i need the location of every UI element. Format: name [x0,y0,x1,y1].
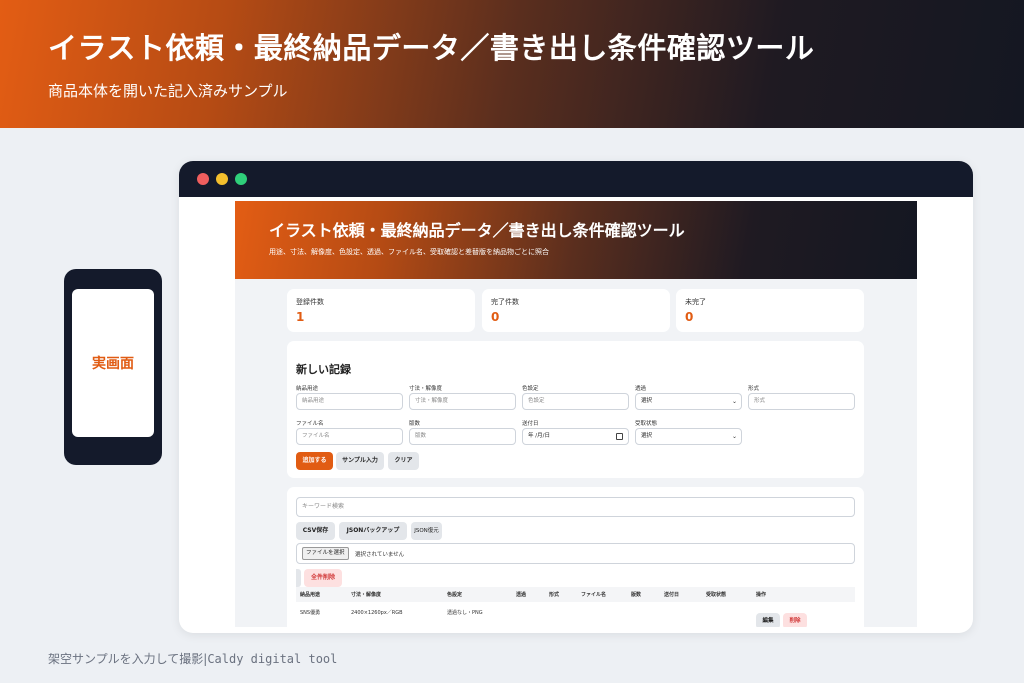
app-title: イラスト依頼・最終納品データ／書き出し条件確認ツール [269,221,685,240]
receipt-label: 受取状態 [635,421,658,427]
filename-label: ファイル名 [296,421,324,427]
filename-input[interactable]: ファイル名 [296,428,403,445]
app-page: イラスト依頼・最終納品データ／書き出し条件確認ツール 用途、寸法、解像度、色設定… [235,201,917,627]
table-header: 納品用途 寸法・解像度 色設定 透過 形式 ファイル名 版数 送付日 受取状態 … [296,587,855,602]
column-header: 版数 [631,592,642,598]
format-label: 形式 [748,386,760,392]
form-title: 新しい記録 [296,363,351,376]
hidden-button-edge[interactable] [296,569,301,587]
hero-title: イラスト依頼・最終納品データ／書き出し条件確認ツール [48,31,815,65]
chevron-down-icon: ⌄ [731,398,737,405]
delete-row-button[interactable]: 削除 [783,613,807,627]
csv-save-button[interactable]: CSV保存 [296,522,335,540]
sample-input-button[interactable]: サンプル入力 [336,452,384,470]
caption-brand: Caldy digital tool [207,652,338,666]
column-header: ファイル名 [581,592,607,598]
stat-label: 登録件数 [296,298,324,306]
stat-label: 未完了 [685,298,706,306]
phone-mockup: 実画面 [64,269,162,465]
receipt-value: 選択 [641,433,653,439]
hero-banner: イラスト依頼・最終納品データ／書き出し条件確認ツール 商品本体を開いた記入済みサ… [0,0,1024,128]
json-restore-button[interactable]: JSON復元 [411,522,442,540]
cell-color: 透過なし・PNG [447,610,483,616]
new-record-form: 新しい記録 納品用途 納品用途 寸法・解像度 寸法・解像度 色設定 色設定 透過… [287,341,864,478]
column-header: 透過 [516,592,527,598]
record-list-panel: キーワード検索 CSV保存 JSONバックアップ JSON復元 ファイルを選択 … [287,487,864,627]
size-label: 寸法・解像度 [409,386,443,392]
column-header: 操作 [756,592,767,598]
size-input[interactable]: 寸法・解像度 [409,393,516,410]
column-header: 形式 [549,592,560,598]
edit-row-button[interactable]: 編集 [756,613,780,627]
version-label: 版数 [409,421,421,427]
window-minimize-dot[interactable] [216,173,228,185]
window-close-dot[interactable] [197,173,209,185]
app-subtitle: 用途、寸法、解像度、色設定、透過、ファイル名、受取確認と差替版を納品物ごとに照合 [269,248,549,256]
choose-file-button[interactable]: ファイルを選択 [302,547,349,560]
app-header: イラスト依頼・最終納品データ／書き出し条件確認ツール 用途、寸法、解像度、色設定… [235,201,917,279]
json-backup-button[interactable]: JSONバックアップ [339,522,407,540]
sent-date-input[interactable]: 年 /月/日 [522,428,629,445]
phone-screen: 実画面 [72,289,154,437]
sent-date-value: 年 /月/日 [528,433,550,439]
clear-button[interactable]: クリア [388,452,419,470]
color-label: 色設定 [522,386,539,392]
transparency-value: 選択 [641,398,653,404]
calendar-icon[interactable] [616,433,623,440]
add-record-button[interactable]: 追加する [296,452,333,470]
cell-usage: SNS優勇 [300,610,321,616]
file-status: 選択されていません [355,552,405,558]
stat-value: 0 [685,310,694,324]
cell-size: 2400×1260px／RGB [351,610,403,616]
column-header: 受取状態 [706,592,727,598]
transparency-select[interactable]: 選択 ⌄ [635,393,742,410]
browser-titlebar [179,161,973,197]
caption-text: 架空サンプルを入力して撮影 [48,652,204,666]
footer-caption: 架空サンプルを入力して撮影|Caldy digital tool [48,650,337,667]
column-header: 寸法・解像度 [351,592,382,598]
transparency-label: 透過 [635,386,647,392]
format-input[interactable]: 形式 [748,393,855,410]
phone-label: 実画面 [92,356,134,372]
stat-card-complete: 完了件数 0 [482,289,670,332]
keyword-search-input[interactable]: キーワード検索 [296,497,855,517]
stat-value: 0 [491,310,500,324]
sent-date-label: 送付日 [522,421,539,427]
column-header: 色設定 [447,592,463,598]
stat-card-total: 登録件数 1 [287,289,475,332]
version-input[interactable]: 版数 [409,428,516,445]
browser-window: イラスト依頼・最終納品データ／書き出し条件確認ツール 用途、寸法、解像度、色設定… [179,161,973,633]
usage-label: 納品用途 [296,386,319,392]
color-input[interactable]: 色設定 [522,393,629,410]
column-header: 送付日 [664,592,680,598]
window-maximize-dot[interactable] [235,173,247,185]
stat-label: 完了件数 [491,298,519,306]
delete-all-button[interactable]: 全件削除 [304,569,342,587]
stat-value: 1 [296,310,305,324]
file-picker[interactable]: ファイルを選択 選択されていません [296,543,855,564]
chevron-down-icon: ⌄ [731,433,737,440]
receipt-select[interactable]: 選択 ⌄ [635,428,742,445]
stat-card-incomplete: 未完了 0 [676,289,864,332]
hero-subtitle: 商品本体を開いた記入済みサンプル [48,82,288,100]
column-header: 納品用途 [300,592,321,598]
usage-input[interactable]: 納品用途 [296,393,403,410]
